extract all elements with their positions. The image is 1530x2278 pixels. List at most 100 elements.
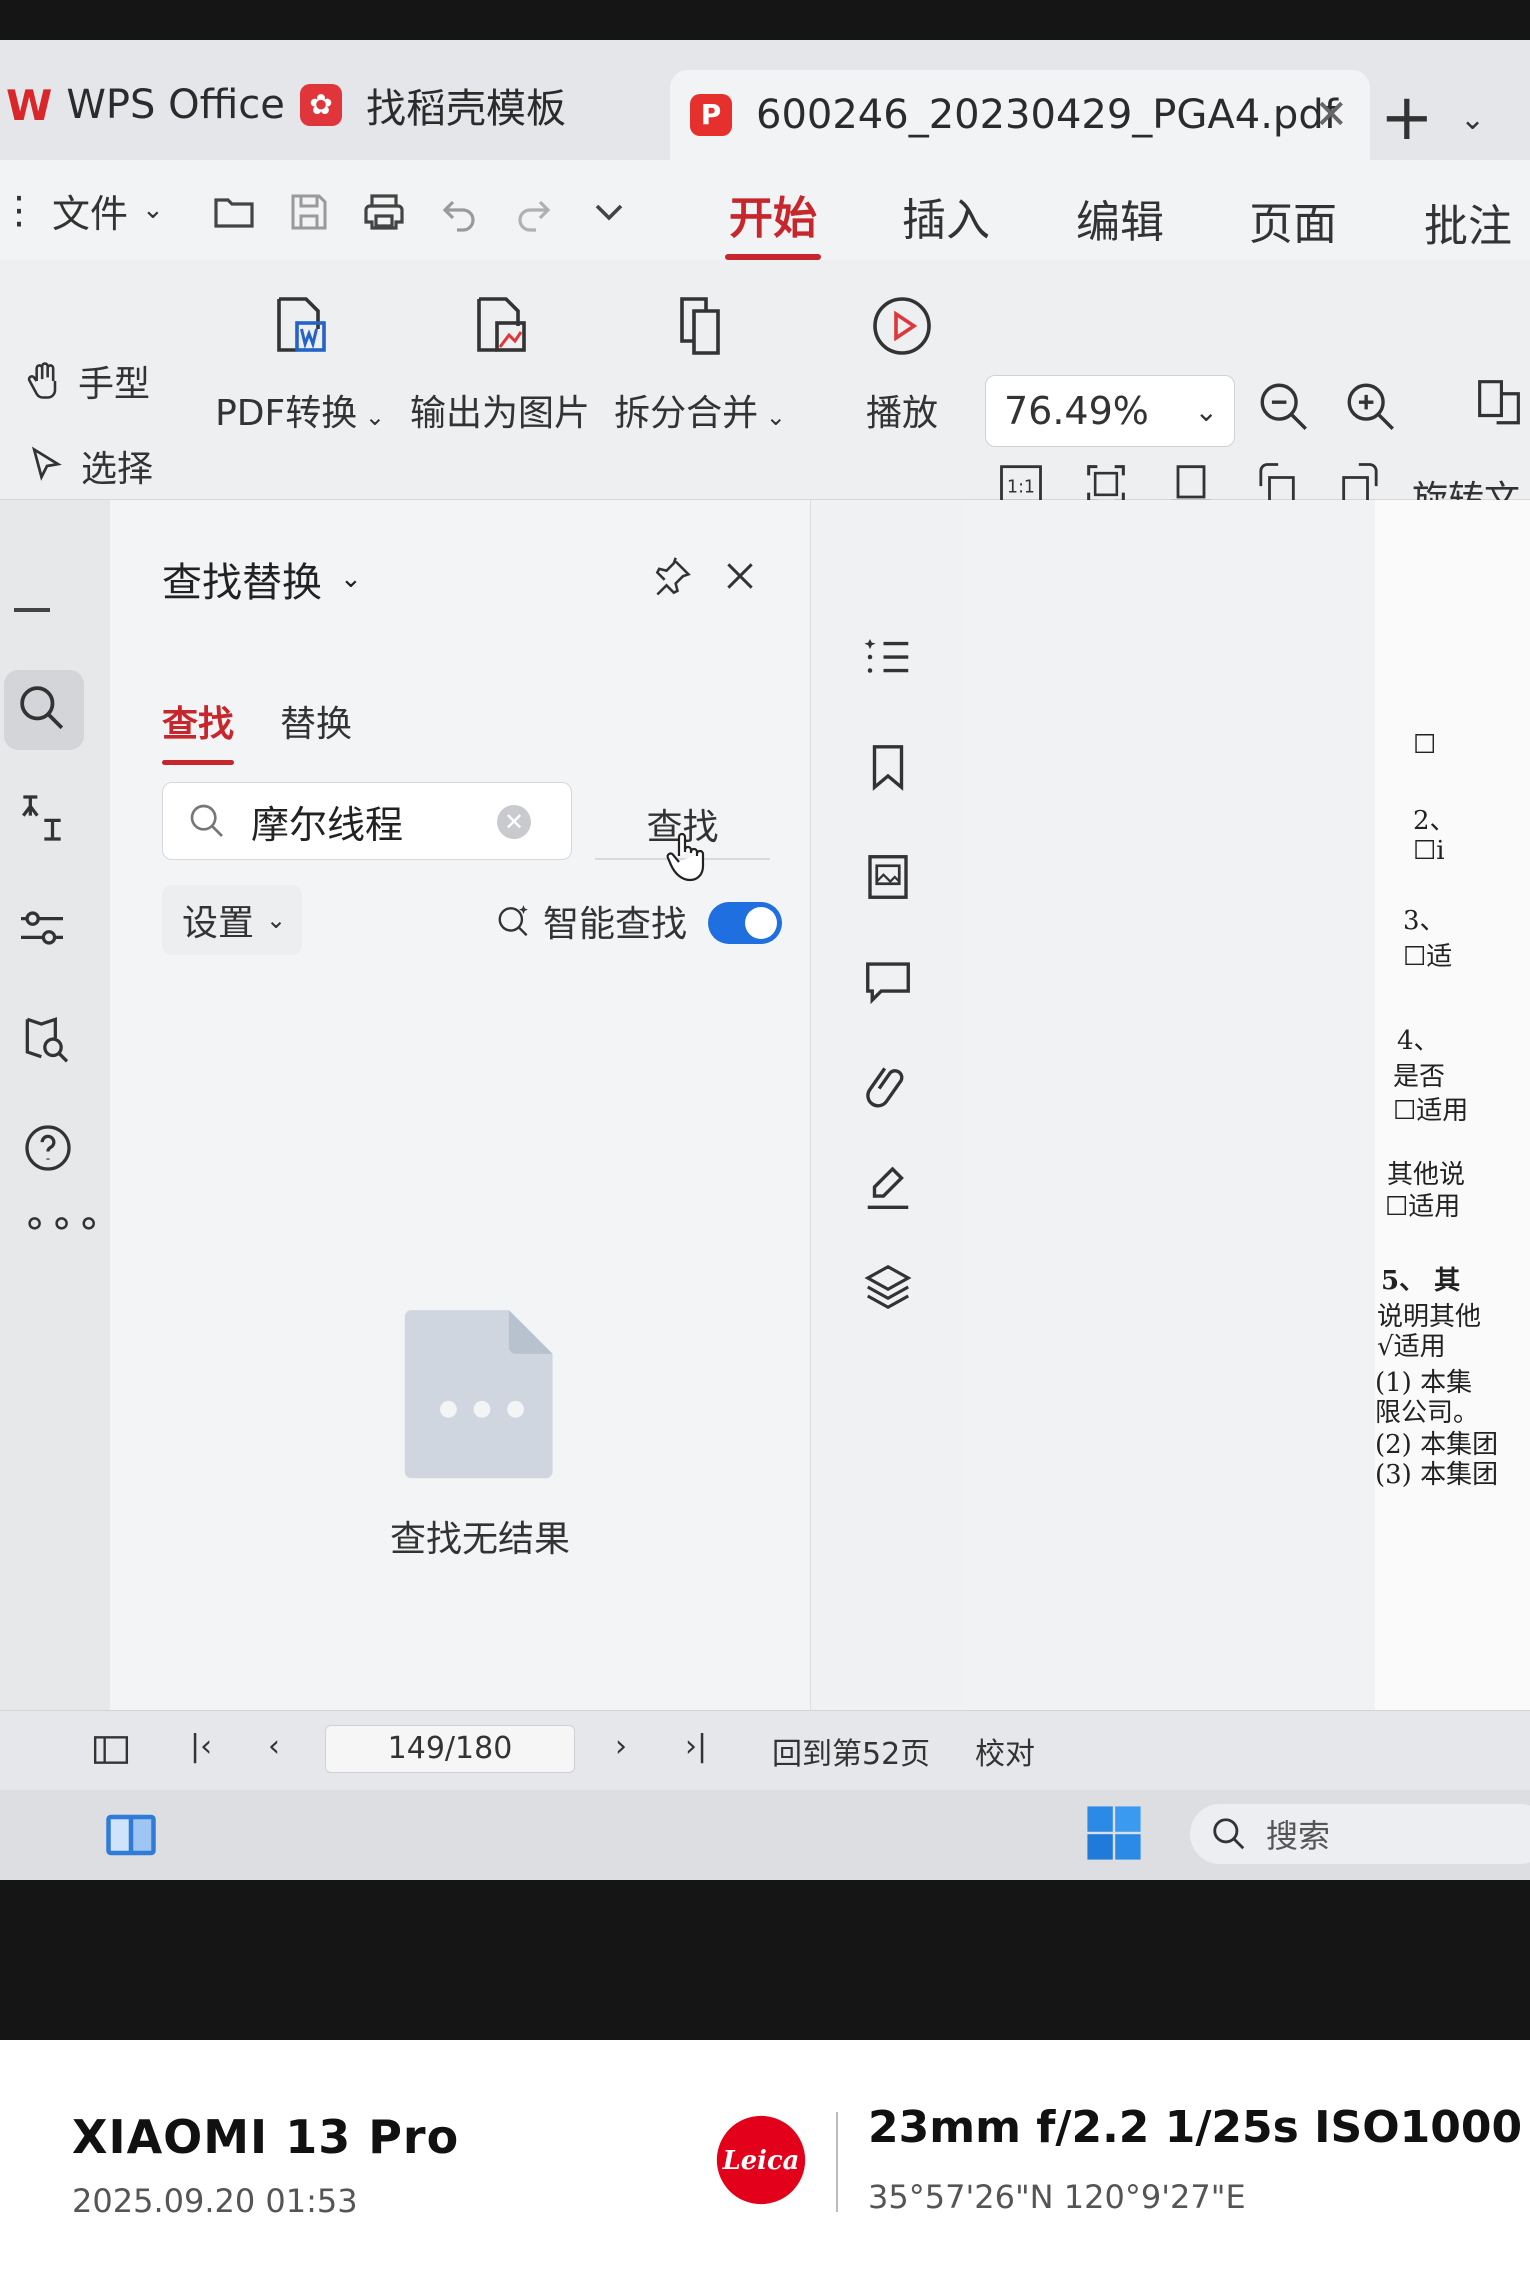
tab-pdf-document[interactable]: P 600246_20230429_PGA4.pdf ✕ [670,70,1370,160]
help-icon[interactable] [20,1120,76,1176]
doc-text-line: 2、 [1413,806,1456,836]
close-tab-icon[interactable]: ✕ [1314,92,1348,138]
close-icon[interactable] [720,556,760,596]
chevron-down-icon[interactable]: ⌄ [1460,102,1485,137]
title-tab-bar: W WPS Office ✿ 找稻壳模板 P 600246_20230429_P… [0,40,1530,160]
smart-find-label: 智能查找 [543,904,688,945]
gps-coordinates: 35°57'26"N 120°9'27"E [868,2178,1246,2216]
tab-edit[interactable]: 编辑 [1072,186,1168,250]
split-merge-button[interactable]: 拆分合并 ⌄ [614,290,786,436]
select-tool-label: 选择 [81,449,154,490]
redo-icon[interactable] [510,188,558,236]
pin-icon[interactable] [650,556,694,600]
document-viewport[interactable]: ☐ 2、 ☐i 3、 ☐适 4、 是否 ☐适用 其他说 ☐适用 5、 其 说明其… [965,500,1530,1710]
zoom-value: 76.49% [1004,389,1149,433]
doc-text-line: 是否 [1393,1062,1446,1092]
taskbar-search-label: 搜索 [1266,1817,1331,1855]
tab-home[interactable]: 开始 [725,182,821,260]
camera-model: XIAOMI 13 Pro [72,2110,460,2164]
export-image-icon [477,297,526,352]
prev-page-icon[interactable]: ‹ [268,1729,280,1764]
select-tool-button[interactable]: 选择 [25,440,153,492]
more-icon[interactable]: ∘∘∘ [22,1200,103,1246]
tab-wps-office[interactable]: W WPS Office [0,60,285,150]
print-icon[interactable] [360,188,408,236]
rotate-document-icon[interactable] [1470,372,1528,430]
outline-icon[interactable] [861,630,915,684]
bookmark-icon[interactable] [861,740,915,794]
panel-title-dropdown[interactable]: 查找替换 ⌄ [162,550,362,608]
search-icon[interactable] [14,680,70,736]
daoke-logo-icon: ✿ [300,84,342,126]
document-page-blank [965,500,1375,1710]
translate-icon[interactable] [14,790,70,846]
hand-tool-label: 手型 [78,364,151,405]
tab-annotate[interactable]: 批注 [1420,190,1516,254]
file-menu[interactable]: ⋮ 文件 ⌄ [0,160,164,260]
new-tab-button[interactable]: + [1380,86,1434,150]
tab-label: 600246_20230429_PGA4.pdf [756,92,1338,138]
tab-find[interactable]: 查找 [162,695,235,765]
toggle-knob [745,907,777,939]
widgets-icon[interactable] [104,1812,158,1858]
pdf-to-word-icon [277,297,326,352]
collapse-handle[interactable] [14,608,50,612]
doc-text-line: ☐适 [1403,942,1453,972]
hand-cursor-icon [666,832,705,882]
watermark-divider [836,2112,838,2212]
layers-icon[interactable] [861,1260,915,1314]
first-page-icon[interactable]: |‹ [190,1729,212,1764]
pdf-convert-button[interactable]: PDF转换 ⌄ [215,290,385,436]
menu-bar: ⋮ 文件 ⌄ 开始 插入 编辑 页面 批注 [0,160,1530,260]
tab-replace[interactable]: 替换 [280,695,352,747]
undo-icon[interactable] [435,188,483,236]
sidebar-toggle-icon[interactable] [92,1733,130,1767]
settings-dropdown[interactable]: 设置 ⌄ [162,885,302,955]
next-page-icon[interactable]: › [615,1729,627,1764]
search-input-value: 摩尔线程 [251,802,404,847]
chevron-down-icon: ⌄ [1194,394,1218,428]
photo-frame: W WPS Office ✿ 找稻壳模板 P 600246_20230429_P… [0,0,1530,2278]
save-icon[interactable] [285,188,333,236]
svg-text:1:1: 1:1 [1007,478,1035,498]
back-to-page-link[interactable]: 回到第52页 [772,1729,930,1773]
tab-template-store[interactable]: ✿ 找稻壳模板 [300,60,630,150]
left-sidebar-rail: ∘∘∘ [0,500,110,1880]
leica-logo-icon: Leica [716,2115,806,2205]
adjust-sliders-icon[interactable] [14,900,70,956]
export-image-button[interactable]: 输出为图片 [410,290,590,436]
pdf-file-icon: P [690,94,732,136]
ribbon-toolbar: 手型 选择 PDF转换 ⌄ 输出为图片 拆分合并 ⌄ 播放 76.49% ⌄ 1… [0,260,1530,572]
zoom-select[interactable]: 76.49% ⌄ [985,375,1235,447]
smart-find-label-group: 智能查找 [495,895,687,947]
camera-specs: 23mm f/2.2 1/25s ISO1000 [868,2102,1523,2153]
panel-title: 查找替换 [162,560,322,606]
comment-icon[interactable] [861,955,915,1009]
windows-start-icon[interactable] [1085,1804,1143,1862]
search-input[interactable]: 摩尔线程 ✕ [162,782,572,860]
proofread-button[interactable]: 校对 [975,1729,1035,1773]
chevron-down-icon[interactable] [585,188,633,236]
play-label: 播放 [865,393,938,434]
zoom-in-icon[interactable] [1342,378,1400,436]
book-search-icon[interactable] [18,1010,74,1066]
tab-insert[interactable]: 插入 [898,184,994,248]
attachment-icon[interactable] [861,1060,915,1114]
search-icon [190,804,223,837]
tab-label: 找稻壳模板 [366,86,566,132]
tab-label: WPS Office [66,82,285,128]
thumbnail-image-icon[interactable] [861,850,915,904]
taskbar-search[interactable]: 搜索 [1190,1804,1530,1864]
signature-icon[interactable] [861,1160,915,1214]
doc-text-line: 4、 [1397,1026,1440,1056]
last-page-icon[interactable]: ›| [685,1729,707,1764]
hand-tool-button[interactable]: 手型 [22,355,150,407]
clear-search-icon[interactable]: ✕ [497,805,531,839]
play-button[interactable]: 播放 [822,290,982,436]
tab-page[interactable]: 页面 [1245,188,1341,252]
doc-text-line: (3) 本集团 [1375,1460,1499,1490]
page-number-input[interactable]: 149/180 [325,1725,575,1773]
smart-find-toggle[interactable] [708,902,782,944]
open-folder-icon[interactable] [210,188,258,236]
zoom-out-icon[interactable] [1255,378,1313,436]
